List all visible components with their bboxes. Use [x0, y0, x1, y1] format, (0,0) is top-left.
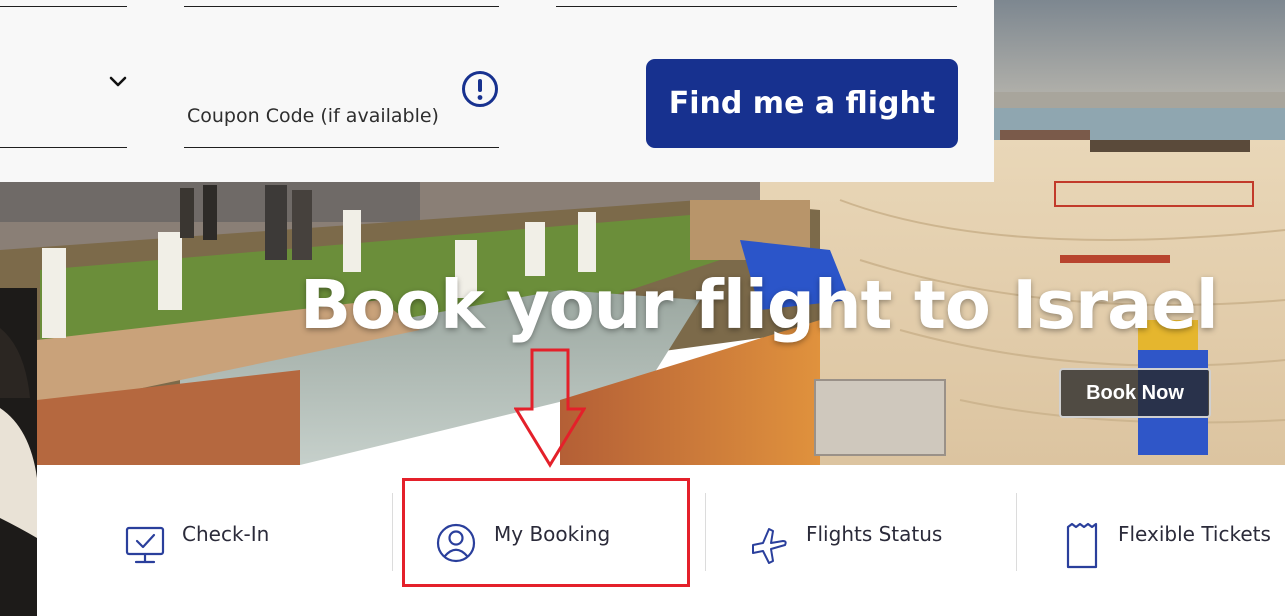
quick-link-label: Check-In: [182, 522, 270, 546]
find-flight-button[interactable]: Find me a flight: [646, 59, 958, 148]
field-underline: [556, 6, 957, 7]
book-now-button[interactable]: Book Now: [1059, 368, 1211, 418]
quick-link-label: Flexible Tickets: [1118, 522, 1271, 546]
arrow-down-icon: [514, 348, 586, 468]
quick-link-label: Flights Status: [806, 522, 943, 546]
person-photo: [0, 288, 37, 616]
field-underline: [184, 147, 499, 148]
quick-link-check-in[interactable]: Check-In: [110, 465, 350, 616]
field-underline: [0, 6, 127, 7]
monitor-check-icon: [125, 526, 165, 564]
hero-title: Book your flight to Israel: [300, 266, 1219, 344]
quick-link-flights-status[interactable]: Flights Status: [735, 465, 995, 616]
passenger-select-field[interactable]: [0, 40, 127, 148]
side-photo-person: [0, 288, 37, 616]
field-underline: [0, 147, 127, 148]
field-underline: [184, 6, 499, 7]
chevron-down-icon[interactable]: [106, 70, 130, 94]
quick-link-flexible-tickets[interactable]: Flexible Tickets: [1050, 465, 1285, 616]
coupon-code-field[interactable]: [184, 40, 499, 148]
flight-search-form: Coupon Code (if available) Find me a fli…: [0, 0, 994, 182]
highlight-annotation-box: [402, 478, 690, 587]
ticket-icon: [1066, 522, 1098, 569]
quick-links-divider: [705, 493, 706, 571]
airplane-icon: [752, 528, 787, 564]
quick-links-divider: [1016, 493, 1017, 571]
quick-links-divider: [392, 493, 393, 571]
info-exclamation-icon[interactable]: [461, 70, 499, 108]
coupon-code-placeholder: Coupon Code (if available): [187, 105, 439, 127]
